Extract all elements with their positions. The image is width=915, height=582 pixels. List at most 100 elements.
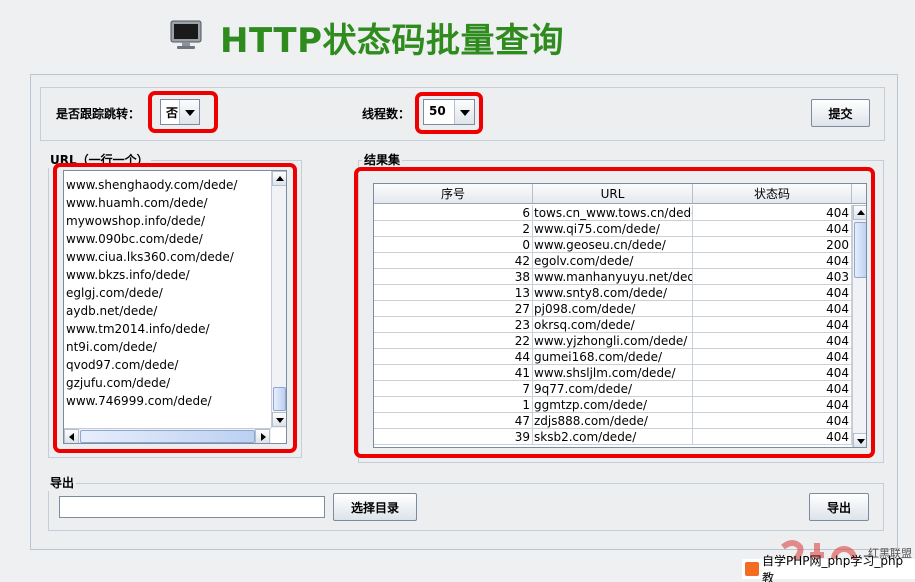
table-row[interactable]: 6 tows.cn_www.tows.cn/dede/404 xyxy=(374,205,852,221)
cell-url: www.shsljlm.com/dede/ xyxy=(533,365,693,381)
export-button[interactable]: 导出 xyxy=(809,493,869,521)
cell-status: 404 xyxy=(693,381,852,397)
threads-value: 50 xyxy=(429,104,446,118)
cell-index: 23 xyxy=(374,317,533,333)
list-item: www.090bc.com/dede/ xyxy=(66,232,203,246)
cell-index: 0 xyxy=(374,237,533,253)
cell-url: ggmtzp.com/dede/ xyxy=(533,397,693,413)
list-item: nt9i.com/dede/ xyxy=(66,340,157,354)
chevron-down-icon[interactable] xyxy=(179,100,199,124)
cell-index: 41 xyxy=(374,365,533,381)
export-group-title: 导出 xyxy=(48,474,77,491)
url-textarea[interactable]: www.shenghaody.com/dede/www.huamh.com/de… xyxy=(63,170,287,444)
export-path-input[interactable] xyxy=(59,496,325,518)
cell-index: 27 xyxy=(374,301,533,317)
column-header-url[interactable]: URL xyxy=(533,184,693,203)
scroll-up-icon[interactable] xyxy=(853,205,866,220)
cell-index: 47 xyxy=(374,413,533,429)
follow-redirect-select[interactable]: 否 xyxy=(160,99,200,125)
table-row[interactable]: 42 egolv.com/dede/404 xyxy=(374,253,852,269)
cell-index: 7 xyxy=(374,381,533,397)
list-item: www.huamh.com/dede/ xyxy=(66,196,208,210)
chevron-down-icon[interactable] xyxy=(454,100,474,124)
cell-index: 42 xyxy=(374,253,533,269)
cell-status: 404 xyxy=(693,365,852,381)
cell-index: 1 xyxy=(374,397,533,413)
url-vertical-scrollbar[interactable] xyxy=(271,171,286,428)
table-row[interactable]: 23 okrsq.com/dede/404 xyxy=(374,317,852,333)
cell-index: 2 xyxy=(374,221,533,237)
cell-url: zdjs888.com/dede/ xyxy=(533,413,693,429)
table-row[interactable]: 41 www.shsljlm.com/dede/404 xyxy=(374,365,852,381)
table-row[interactable]: 47 zdjs888.com/dede/404 xyxy=(374,413,852,429)
column-header-index[interactable]: 序号 xyxy=(374,184,533,203)
cell-url: www.qi75.com/dede/ xyxy=(533,221,693,237)
table-row[interactable]: 1 ggmtzp.com/dede/404 xyxy=(374,397,852,413)
scroll-thumb[interactable] xyxy=(80,430,255,443)
cell-status: 200 xyxy=(693,237,852,253)
list-item: eglgj.com/dede/ xyxy=(66,286,163,300)
cell-url: www.geoseu.cn/dede/ xyxy=(533,237,693,253)
column-header-status[interactable]: 状态码 xyxy=(693,184,852,203)
scroll-thumb[interactable] xyxy=(273,387,286,411)
list-item: www.tm2014.info/dede/ xyxy=(66,322,210,336)
cell-url: sksb2.com/dede/ xyxy=(533,429,693,445)
table-row[interactable]: 2 www.qi75.com/dede/404 xyxy=(374,221,852,237)
cell-status: 404 xyxy=(693,413,852,429)
table-row[interactable]: 0 www.geoseu.cn/dede/200 xyxy=(374,237,852,253)
cell-index: 39 xyxy=(374,429,533,445)
url-list: www.shenghaody.com/dede/www.huamh.com/de… xyxy=(66,176,237,410)
cell-url: www.yjzhongli.com/dede/ xyxy=(533,333,693,349)
table-row[interactable]: 39 sksb2.com/dede/404 xyxy=(374,429,852,445)
cell-status: 404 xyxy=(693,349,852,365)
cell-url: gumei168.com/dede/ xyxy=(533,349,693,365)
list-item: aydb.net/dede/ xyxy=(66,304,158,318)
cell-index: 22 xyxy=(374,333,533,349)
cell-url: okrsq.com/dede/ xyxy=(533,317,693,333)
follow-redirect-label: 是否跟踪跳转： xyxy=(56,107,141,121)
cell-status: 404 xyxy=(693,301,852,317)
choose-directory-button[interactable]: 选择目录 xyxy=(333,493,417,521)
threads-label: 线程数： xyxy=(362,107,411,121)
scroll-left-icon[interactable] xyxy=(64,429,79,443)
scroll-right-icon[interactable] xyxy=(255,429,270,443)
monitor-icon xyxy=(170,20,202,49)
cell-index: 6 xyxy=(374,205,533,221)
scroll-up-icon[interactable] xyxy=(272,171,286,186)
cell-url: tows.cn_www.tows.cn/dede/ xyxy=(533,205,693,221)
scroll-down-icon[interactable] xyxy=(853,433,866,447)
cell-status: 404 xyxy=(693,397,852,413)
cell-url: 9q77.com/dede/ xyxy=(533,381,693,397)
php-logo-icon xyxy=(745,562,759,576)
list-item: www.ciua.lks360.com/dede/ xyxy=(66,250,234,264)
column-header-corner xyxy=(852,184,866,203)
cell-index: 44 xyxy=(374,349,533,365)
cell-url: pj098.com/dede/ xyxy=(533,301,693,317)
cell-index: 38 xyxy=(374,269,533,285)
table-row[interactable]: 13 www.snty8.com/dede/404 xyxy=(374,285,852,301)
cell-status: 404 xyxy=(693,429,852,445)
table-row[interactable]: 44 gumei168.com/dede/404 xyxy=(374,349,852,365)
list-item: gzjufu.com/dede/ xyxy=(66,376,171,390)
table-vertical-scrollbar[interactable] xyxy=(852,205,866,447)
list-item: mywowshop.info/dede/ xyxy=(66,214,205,228)
result-group-title: 结果集 xyxy=(362,151,403,168)
page-title: HTTP状态码批量查询 xyxy=(220,21,565,61)
cell-status: 404 xyxy=(693,317,852,333)
follow-redirect-value: 否 xyxy=(166,106,179,120)
submit-button[interactable]: 提交 xyxy=(811,99,870,127)
table-row[interactable]: 38 www.manhanyuyu.net/dede/403 xyxy=(374,269,852,285)
scroll-thumb[interactable] xyxy=(854,222,866,278)
table-row[interactable]: 22 www.yjzhongli.com/dede/404 xyxy=(374,333,852,349)
list-item: www.bkzs.info/dede/ xyxy=(66,268,190,282)
table-header: 序号 URL 状态码 xyxy=(374,184,866,204)
url-horizontal-scrollbar[interactable] xyxy=(64,428,271,443)
table-row[interactable]: 27 pj098.com/dede/404 xyxy=(374,301,852,317)
cell-url: egolv.com/dede/ xyxy=(533,253,693,269)
cell-status: 404 xyxy=(693,285,852,301)
cell-status: 404 xyxy=(693,253,852,269)
threads-select[interactable]: 50 xyxy=(423,99,475,125)
table-row[interactable]: 7 9q77.com/dede/404 xyxy=(374,381,852,397)
cell-url: www.snty8.com/dede/ xyxy=(533,285,693,301)
scroll-down-icon[interactable] xyxy=(272,412,286,427)
